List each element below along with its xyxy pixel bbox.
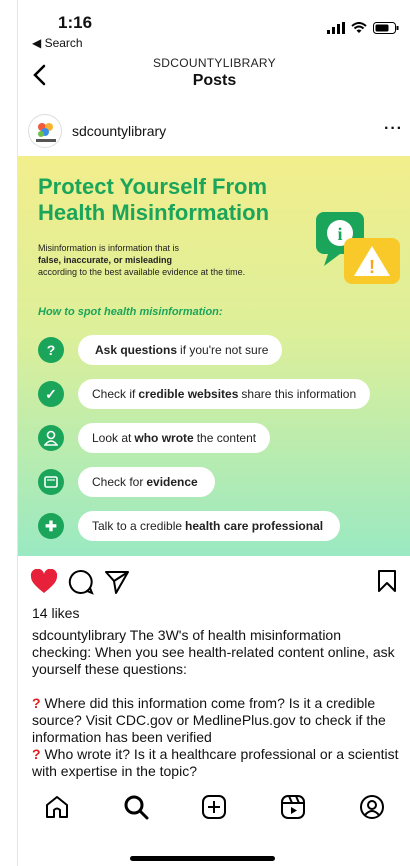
post-caption: sdcountylibrary The 3W's of health misin… (32, 627, 404, 780)
avatar[interactable] (28, 114, 62, 148)
tip-ask-questions: ? Ask questions if you're not sure (38, 334, 283, 366)
battery-icon (373, 22, 399, 34)
post-header: sdcountylibrary ··· (18, 108, 410, 154)
red-question-icon: ? (32, 695, 41, 711)
app-frame: 1:16 ◀ Search SDCOUNTYLIBRARY Posts sdco… (17, 0, 410, 866)
share-icon[interactable] (104, 569, 130, 595)
nav-account-name: SDCOUNTYLIBRARY (153, 56, 276, 70)
back-to-search-link[interactable]: ◀ Search (32, 36, 83, 50)
caption-username[interactable]: sdcountylibrary (32, 627, 126, 643)
heart-icon[interactable] (30, 569, 58, 595)
tip-label: Ask questions if you're not sure (78, 335, 283, 365)
desc-line-1: Misinformation is information that is (38, 243, 180, 253)
page-title: Posts (192, 72, 237, 89)
comment-icon[interactable] (68, 569, 94, 595)
caption-question-2: ? Who wrote it? Is it a healthcare profe… (32, 746, 399, 779)
bookmark-icon[interactable] (377, 569, 397, 593)
checkmark-icon: ✓ (38, 381, 64, 407)
author-icon (38, 425, 64, 451)
search-icon[interactable] (123, 794, 149, 820)
library-logo-icon (36, 123, 56, 142)
tip-evidence: Check for evidence (38, 466, 215, 498)
signal-icon (327, 22, 345, 34)
tip-health-professional: ✚ Talk to a credible health care professi… (38, 510, 341, 542)
caption-question-1: ? Where did this information come from? … (32, 695, 386, 745)
post-username[interactable]: sdcountylibrary (72, 123, 166, 139)
status-bar: 1:16 ◀ Search (18, 0, 410, 52)
svg-text:i: i (337, 224, 342, 244)
image-title: Protect Yourself From Health Misinformat… (38, 174, 270, 225)
desc-bold: false, inaccurate, or misleading (38, 255, 173, 265)
tip-label: Talk to a credible health care profession… (78, 511, 341, 541)
svg-text:!: ! (369, 257, 375, 277)
caption-intro: sdcountylibrary The 3W's of health misin… (32, 627, 395, 677)
post-image[interactable]: Protect Yourself From Health Misinformat… (18, 156, 410, 556)
home-indicator[interactable] (130, 856, 275, 861)
image-subheading: How to spot health misinformation: (38, 306, 223, 318)
question-icon: ? (38, 337, 64, 363)
more-options-icon[interactable]: ··· (384, 120, 403, 138)
tip-credible-websites: ✓ Check if credible websites share this in… (38, 378, 371, 410)
top-nav: SDCOUNTYLIBRARY Posts (18, 52, 410, 98)
system-icons (327, 22, 399, 34)
wifi-icon (351, 22, 367, 33)
bottom-tab-bar (18, 782, 410, 832)
plus-icon: ✚ (38, 513, 64, 539)
red-question-icon: ? (32, 746, 41, 762)
image-description: Misinformation is information that is fa… (38, 242, 318, 278)
document-icon (38, 469, 64, 495)
desc-line-3: according to the best available evidence… (38, 267, 246, 277)
tip-label: Look at who wrote the content (78, 423, 271, 453)
home-icon[interactable] (44, 794, 70, 820)
tip-who-wrote: Look at who wrote the content (38, 422, 271, 454)
post-actions (18, 566, 410, 596)
status-time: 1:16 (58, 13, 93, 32)
create-post-icon[interactable] (201, 794, 227, 820)
tip-label: Check for evidence (78, 467, 215, 497)
profile-icon[interactable] (359, 794, 385, 820)
likes-count[interactable]: 14 likes (32, 605, 79, 621)
tip-label: Check if credible websites share this info… (78, 379, 371, 409)
info-warning-icon: i ! (316, 212, 400, 284)
reels-icon[interactable] (280, 794, 306, 820)
